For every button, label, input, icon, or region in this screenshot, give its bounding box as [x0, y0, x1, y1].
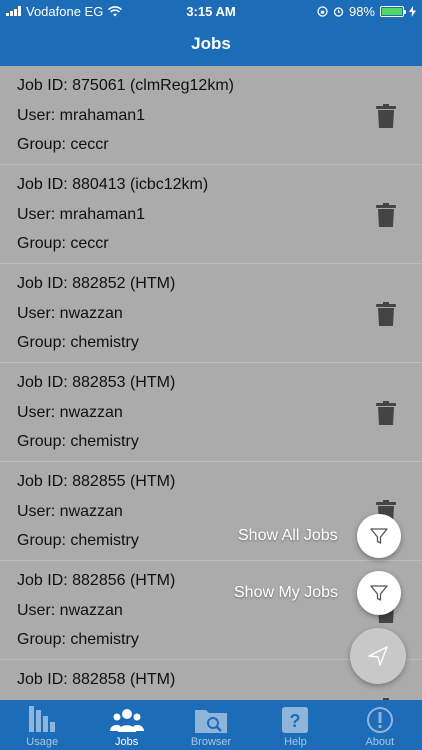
job-id-label: Job ID: 882852 (HTM) [17, 275, 176, 292]
tab-label: Jobs [114, 736, 139, 748]
job-id-label: Job ID: 882853 (HTM) [17, 374, 176, 391]
job-row[interactable]: Job ID: 882852 (HTM) User: nwazzan Group… [0, 264, 422, 363]
navigation-arrow-icon [368, 646, 388, 666]
orientation-lock-icon [317, 5, 328, 17]
job-group-label: Group: chemistry [17, 334, 139, 351]
folder-search-icon [195, 710, 228, 733]
trash-icon[interactable] [376, 203, 396, 227]
charging-icon [409, 5, 416, 17]
job-user-label: User: nwazzan [17, 601, 123, 619]
page-title: Jobs [191, 34, 231, 53]
job-id-label: Job ID: 882855 (HTM) [17, 473, 176, 490]
job-row[interactable]: Job ID: 880413 (icbc12km) User: mrahaman… [0, 165, 422, 264]
carrier-name: Vodafone EG [26, 3, 104, 19]
job-group-label: Group: chemistry [17, 433, 139, 450]
status-bar: Vodafone EG 3:15 AM 98% [0, 0, 422, 22]
job-user-label: User: mrahaman1 [17, 205, 146, 223]
filter-icon [370, 585, 388, 601]
tab-label: About [365, 736, 395, 748]
tab-usage[interactable]: Usage [0, 700, 84, 750]
tab-label: Usage [26, 736, 59, 748]
job-user-label: User: mrahaman1 [17, 106, 146, 124]
nav-bar: Jobs [0, 22, 422, 66]
job-row[interactable]: Job ID: 875061 (clmReg12km) User: mraham… [0, 66, 422, 165]
filter-icon [370, 528, 388, 544]
job-row[interactable]: Job ID: 882853 (HTM) User: nwazzan Group… [0, 363, 422, 462]
tab-browser[interactable]: Browser [169, 700, 253, 750]
show-my-jobs-label[interactable]: Show My Jobs [234, 584, 338, 602]
show-all-jobs-button[interactable] [357, 514, 401, 558]
trash-icon[interactable] [376, 302, 396, 326]
job-id-label: Job ID: 875061 (clmReg12km) [17, 77, 234, 94]
job-group-label: Group: ceccr [17, 136, 109, 153]
bar-chart-icon [29, 706, 56, 732]
tab-help[interactable]: ? Help [253, 700, 337, 750]
tab-about[interactable]: About [338, 700, 422, 750]
question-icon: ? [282, 707, 309, 733]
alarm-icon [333, 6, 344, 17]
job-user-label: User: nwazzan [17, 304, 123, 322]
job-group-label: Group: ceccr [17, 235, 109, 252]
filter-menu-toggle-button[interactable] [350, 628, 406, 684]
tab-label: Help [284, 736, 307, 748]
job-group-label: Group: chemistry [17, 631, 139, 648]
tab-jobs[interactable]: Jobs [84, 700, 168, 750]
job-group-label: Group: chemistry [17, 532, 139, 549]
signal-icon [6, 6, 21, 16]
tab-bar: Usage Jobs Browser ? Help About [0, 700, 422, 750]
trash-icon[interactable] [376, 401, 396, 425]
job-id-label: Job ID: 882858 (HTM) [17, 671, 176, 688]
job-user-label: User: nwazzan [17, 502, 123, 520]
show-my-jobs-button[interactable] [357, 571, 401, 615]
svg-text:?: ? [290, 711, 301, 731]
wifi-icon [108, 5, 123, 16]
job-user-label: User: nwazzan [17, 403, 123, 421]
info-icon [366, 707, 393, 733]
users-icon [109, 709, 144, 732]
trash-icon[interactable] [376, 104, 396, 128]
battery-icon [380, 5, 406, 17]
battery-percent: 98% [348, 3, 375, 19]
job-list: Job ID: 875061 (clmReg12km) User: mraham… [0, 66, 422, 700]
job-id-label: Job ID: 882856 (HTM) [17, 572, 176, 589]
job-id-label: Job ID: 880413 (icbc12km) [17, 176, 209, 193]
tab-label: Browser [190, 736, 232, 748]
show-all-jobs-label[interactable]: Show All Jobs [238, 527, 338, 545]
